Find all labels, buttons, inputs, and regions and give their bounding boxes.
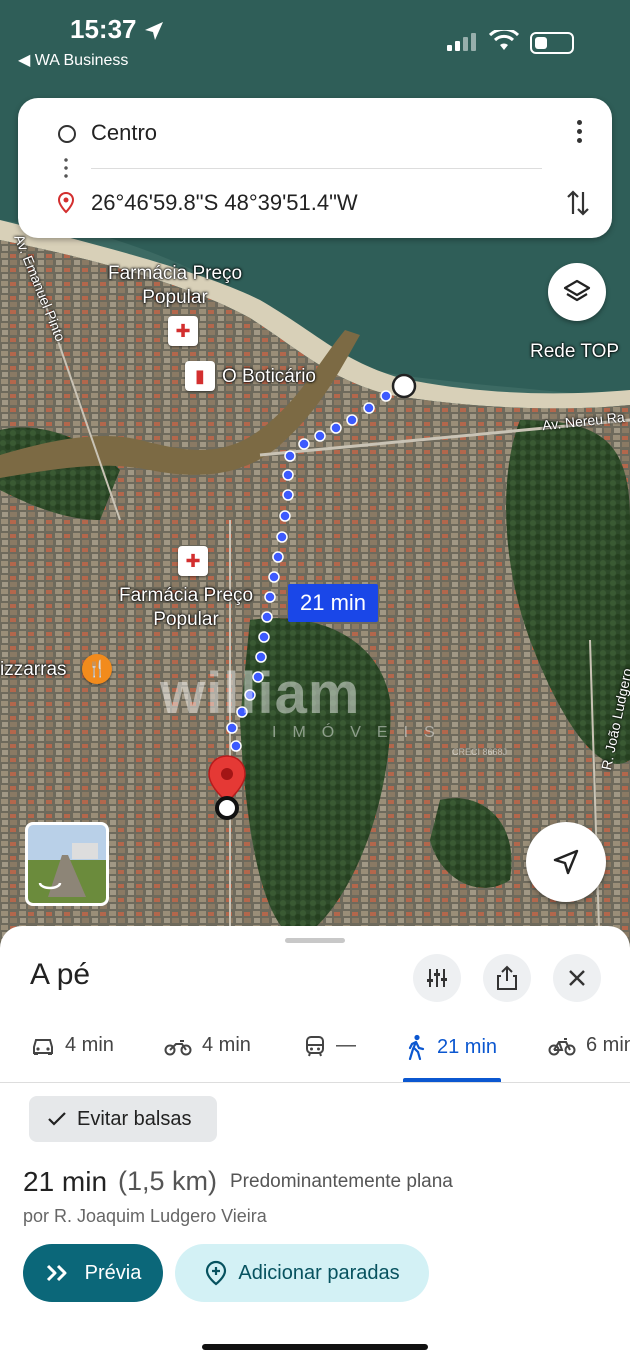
tab-bike[interactable]: 6 min (548, 1034, 630, 1057)
sheet-title: A pé (30, 958, 91, 991)
double-chevron-right-icon (46, 1264, 67, 1282)
restaurant-icon[interactable]: 🍴 (82, 654, 112, 684)
pharmacy-icon[interactable]: ✚ (178, 546, 208, 576)
layers-button[interactable] (548, 263, 606, 321)
tab-bike-label: 6 min (586, 1034, 630, 1056)
travel-mode-tabs: 4 min 4 min — 21 min 6 min (0, 1016, 630, 1083)
transit-icon (306, 1035, 324, 1056)
home-indicator[interactable] (202, 1344, 428, 1350)
watermark-creci: CRECI 8668J (452, 747, 508, 757)
route-duration: 21 min (23, 1166, 108, 1197)
car-icon (33, 1038, 53, 1055)
layers-icon (563, 279, 591, 302)
poi-label-restaurant[interactable]: izzarras (0, 658, 67, 682)
destination-field[interactable]: 26°46'59.8"S 48°39'51.4"W (91, 190, 358, 216)
add-stops-label: Adicionar paradas (238, 1261, 400, 1284)
cellular-signal-icon (447, 33, 476, 51)
origin-field[interactable]: Centro (91, 120, 157, 146)
back-to-app-link[interactable]: ◀ WA Business (18, 50, 128, 70)
avoid-ferries-chip[interactable]: Evitar balsas (29, 1096, 217, 1142)
tab-transit[interactable]: — (304, 1034, 356, 1057)
pharmacy-icon[interactable]: ✚ (168, 316, 198, 346)
divider (91, 168, 542, 169)
route-options-button[interactable] (413, 954, 461, 1002)
sliders-icon (427, 969, 447, 987)
tab-car-label: 4 min (65, 1034, 114, 1056)
destination-pin-small-icon (58, 192, 74, 214)
tab-motorcycle-label: 4 min (202, 1034, 251, 1056)
check-icon (48, 1112, 66, 1126)
add-location-icon (206, 1260, 227, 1286)
more-options-icon[interactable] (576, 120, 584, 147)
street-view-image (38, 843, 98, 897)
tab-walk-label: 21 min (437, 1035, 498, 1058)
origin-marker (391, 373, 417, 399)
wifi-icon (489, 30, 519, 50)
walk-icon (408, 1034, 425, 1060)
battery-icon (530, 32, 574, 54)
route-distance: (1,5 km) (118, 1166, 218, 1196)
bike-icon (548, 1037, 576, 1055)
tab-walk[interactable]: 21 min (405, 1034, 497, 1060)
origin-circle-icon (58, 125, 76, 143)
poi-label-rede-top[interactable]: Rede TOP (530, 340, 619, 364)
route-search-card: Centro 26°46'59.8"S 48°39'51.4"W (18, 98, 612, 238)
street-view-thumbnail[interactable] (25, 822, 109, 906)
share-icon (497, 965, 517, 990)
route-time-bubble[interactable]: 21 min (288, 584, 379, 622)
route-terrain: Predominantemente plana (230, 1171, 453, 1192)
sheet-drag-handle[interactable] (285, 938, 345, 943)
tab-transit-label: — (336, 1034, 356, 1056)
route-via: por R. Joaquim Ludgero Vieira (23, 1206, 267, 1226)
status-time: 15:37 (70, 14, 137, 44)
destination-pin-icon (208, 755, 246, 820)
avoid-ferries-label: Evitar balsas (77, 1107, 192, 1130)
swap-route-icon[interactable] (566, 188, 590, 218)
active-tab-indicator (403, 1078, 501, 1082)
store-icon[interactable]: ▮ (185, 361, 215, 391)
watermark: william (160, 661, 361, 726)
navigation-arrow-icon (553, 849, 579, 875)
poi-label-pharmacy[interactable]: Farmácia Preço Popular (119, 584, 253, 632)
poi-label-pharmacy[interactable]: Farmácia Preço Popular (108, 262, 242, 310)
watermark-subtitle: IMÓVEIS (272, 724, 451, 741)
share-button[interactable] (483, 954, 531, 1002)
tab-car[interactable]: 4 min (31, 1034, 114, 1057)
route-dots-icon (64, 156, 68, 180)
poi-label-boticario[interactable]: O Boticário (222, 365, 316, 389)
motorcycle-icon (164, 1039, 192, 1055)
preview-button[interactable]: Prévia (23, 1244, 163, 1302)
recenter-button[interactable] (526, 822, 606, 902)
add-stops-button[interactable]: Adicionar paradas (175, 1244, 429, 1302)
location-arrow-icon (145, 22, 163, 40)
close-icon (569, 970, 585, 986)
close-button[interactable] (553, 954, 601, 1002)
preview-label: Prévia (84, 1261, 142, 1284)
directions-sheet: A pé 4 min 4 min — 21 min 6 min Evitar b… (0, 926, 630, 1365)
tab-motorcycle[interactable]: 4 min (164, 1034, 251, 1057)
